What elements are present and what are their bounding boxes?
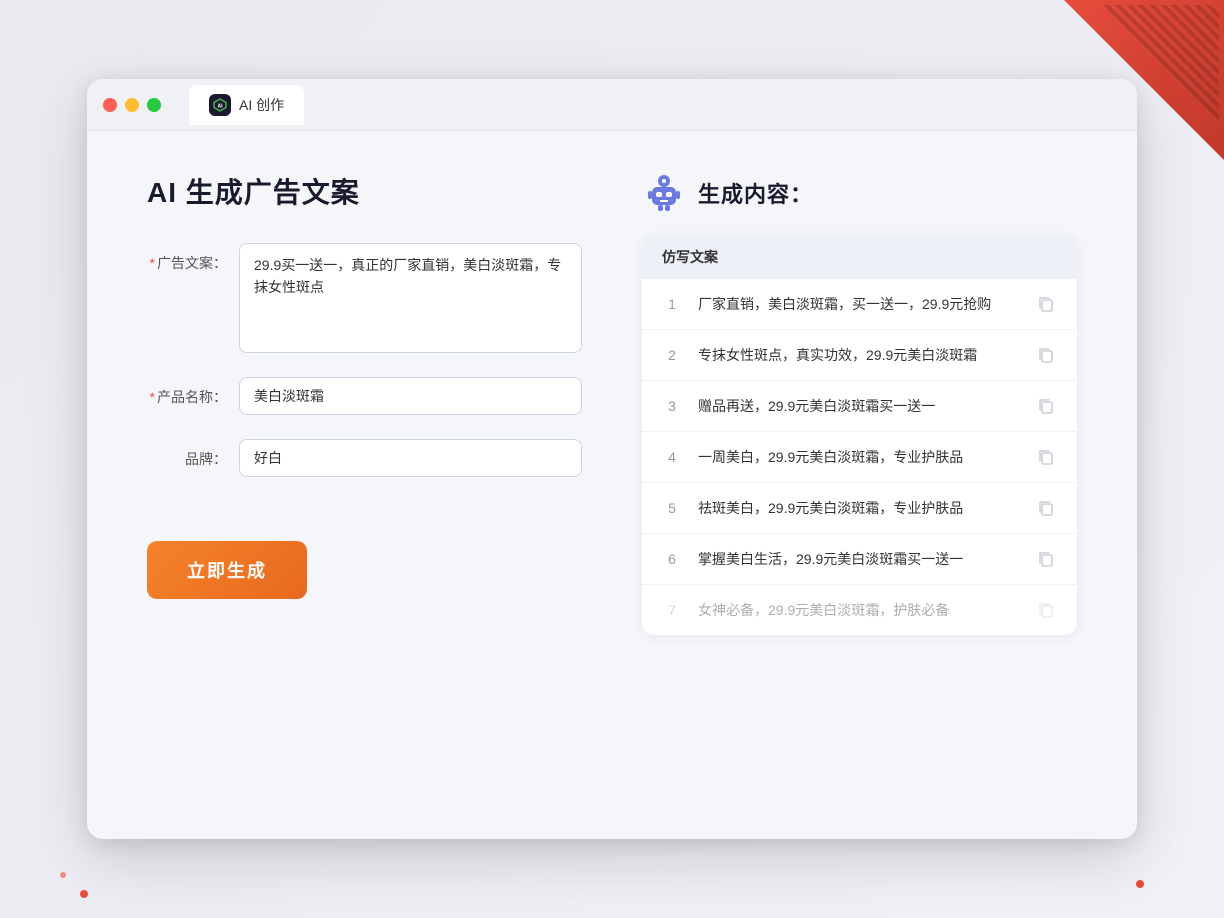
left-panel: AI 生成广告文案 *广告文案： *产品名称： 品牌： 立即生成 [147, 171, 582, 799]
result-number: 4 [662, 449, 682, 465]
ad-copy-label: *广告文案： [147, 243, 227, 273]
product-required: * [150, 389, 155, 405]
browser-window: AI AI 创作 AI 生成广告文案 *广告文案： *产品名称： [87, 79, 1137, 839]
copy-button[interactable] [1035, 395, 1057, 417]
result-number: 7 [662, 602, 682, 618]
result-items-list: 1 厂家直销，美白淡斑霜，买一送一，29.9元抢购 2 专抹女性斑点，真实功效，… [642, 279, 1077, 635]
ad-copy-group: *广告文案： [147, 243, 582, 353]
result-item: 3 赠品再送，29.9元美白淡斑霜买一送一 [642, 381, 1077, 432]
svg-text:AI: AI [218, 103, 224, 109]
tab-label: AI 创作 [239, 95, 284, 115]
result-number: 5 [662, 500, 682, 516]
brand-label: 品牌： [147, 439, 227, 469]
title-bar: AI AI 创作 [87, 79, 1137, 131]
copy-button[interactable] [1035, 548, 1057, 570]
result-item: 5 祛斑美白，29.9元美白淡斑霜，专业护肤品 [642, 483, 1077, 534]
result-number: 2 [662, 347, 682, 363]
result-text: 赠品再送，29.9元美白淡斑霜买一送一 [698, 396, 1019, 417]
result-header: 生成内容： [642, 171, 1077, 215]
product-name-input[interactable] [239, 377, 582, 415]
result-text: 厂家直销，美白淡斑霜，买一送一，29.9元抢购 [698, 294, 1019, 315]
right-panel: 生成内容： 仿写文案 1 厂家直销，美白淡斑霜，买一送一，29.9元抢购 2 专… [642, 171, 1077, 799]
result-text: 一周美白，29.9元美白淡斑霜，专业护肤品 [698, 447, 1019, 468]
copy-button[interactable] [1035, 293, 1057, 315]
main-content: AI 生成广告文案 *广告文案： *产品名称： 品牌： 立即生成 [87, 131, 1137, 839]
copy-button[interactable] [1035, 344, 1057, 366]
result-text: 祛斑美白，29.9元美白淡斑霜，专业护肤品 [698, 498, 1019, 519]
result-item: 2 专抹女性斑点，真实功效，29.9元美白淡斑霜 [642, 330, 1077, 381]
close-button[interactable] [103, 98, 117, 112]
brand-group: 品牌： [147, 439, 582, 477]
minimize-button[interactable] [125, 98, 139, 112]
result-text: 掌握美白生活，29.9元美白淡斑霜买一送一 [698, 549, 1019, 570]
maximize-button[interactable] [147, 98, 161, 112]
dot-decoration-bl2 [60, 872, 66, 878]
ad-copy-input[interactable] [239, 243, 582, 353]
result-table: 仿写文案 1 厂家直销，美白淡斑霜，买一送一，29.9元抢购 2 专抹女性斑点，… [642, 235, 1077, 635]
result-item: 1 厂家直销，美白淡斑霜，买一送一，29.9元抢购 [642, 279, 1077, 330]
ad-copy-required: * [150, 255, 155, 271]
product-name-group: *产品名称： [147, 377, 582, 415]
result-text: 专抹女性斑点，真实功效，29.9元美白淡斑霜 [698, 345, 1019, 366]
result-number: 6 [662, 551, 682, 567]
copy-button[interactable] [1035, 497, 1057, 519]
result-item: 6 掌握美白生活，29.9元美白淡斑霜买一送一 [642, 534, 1077, 585]
copy-button[interactable] [1035, 446, 1057, 468]
active-tab[interactable]: AI AI 创作 [189, 85, 304, 125]
traffic-lights [103, 98, 161, 112]
page-title: AI 生成广告文案 [147, 171, 582, 211]
result-number: 1 [662, 296, 682, 312]
robot-icon [642, 171, 686, 215]
product-name-label: *产品名称： [147, 377, 227, 407]
copy-button[interactable] [1035, 599, 1057, 621]
result-number: 3 [662, 398, 682, 414]
result-item: 4 一周美白，29.9元美白淡斑霜，专业护肤品 [642, 432, 1077, 483]
generate-button[interactable]: 立即生成 [147, 541, 307, 599]
tab-icon: AI [209, 94, 231, 116]
dot-decoration-br [1136, 880, 1144, 888]
result-item: 7 女神必备，29.9元美白淡斑霜，护肤必备 [642, 585, 1077, 635]
result-title: 生成内容： [698, 177, 813, 209]
brand-input[interactable] [239, 439, 582, 477]
table-header: 仿写文案 [642, 235, 1077, 279]
dot-decoration-bl [80, 890, 88, 898]
result-text: 女神必备，29.9元美白淡斑霜，护肤必备 [698, 600, 1019, 621]
